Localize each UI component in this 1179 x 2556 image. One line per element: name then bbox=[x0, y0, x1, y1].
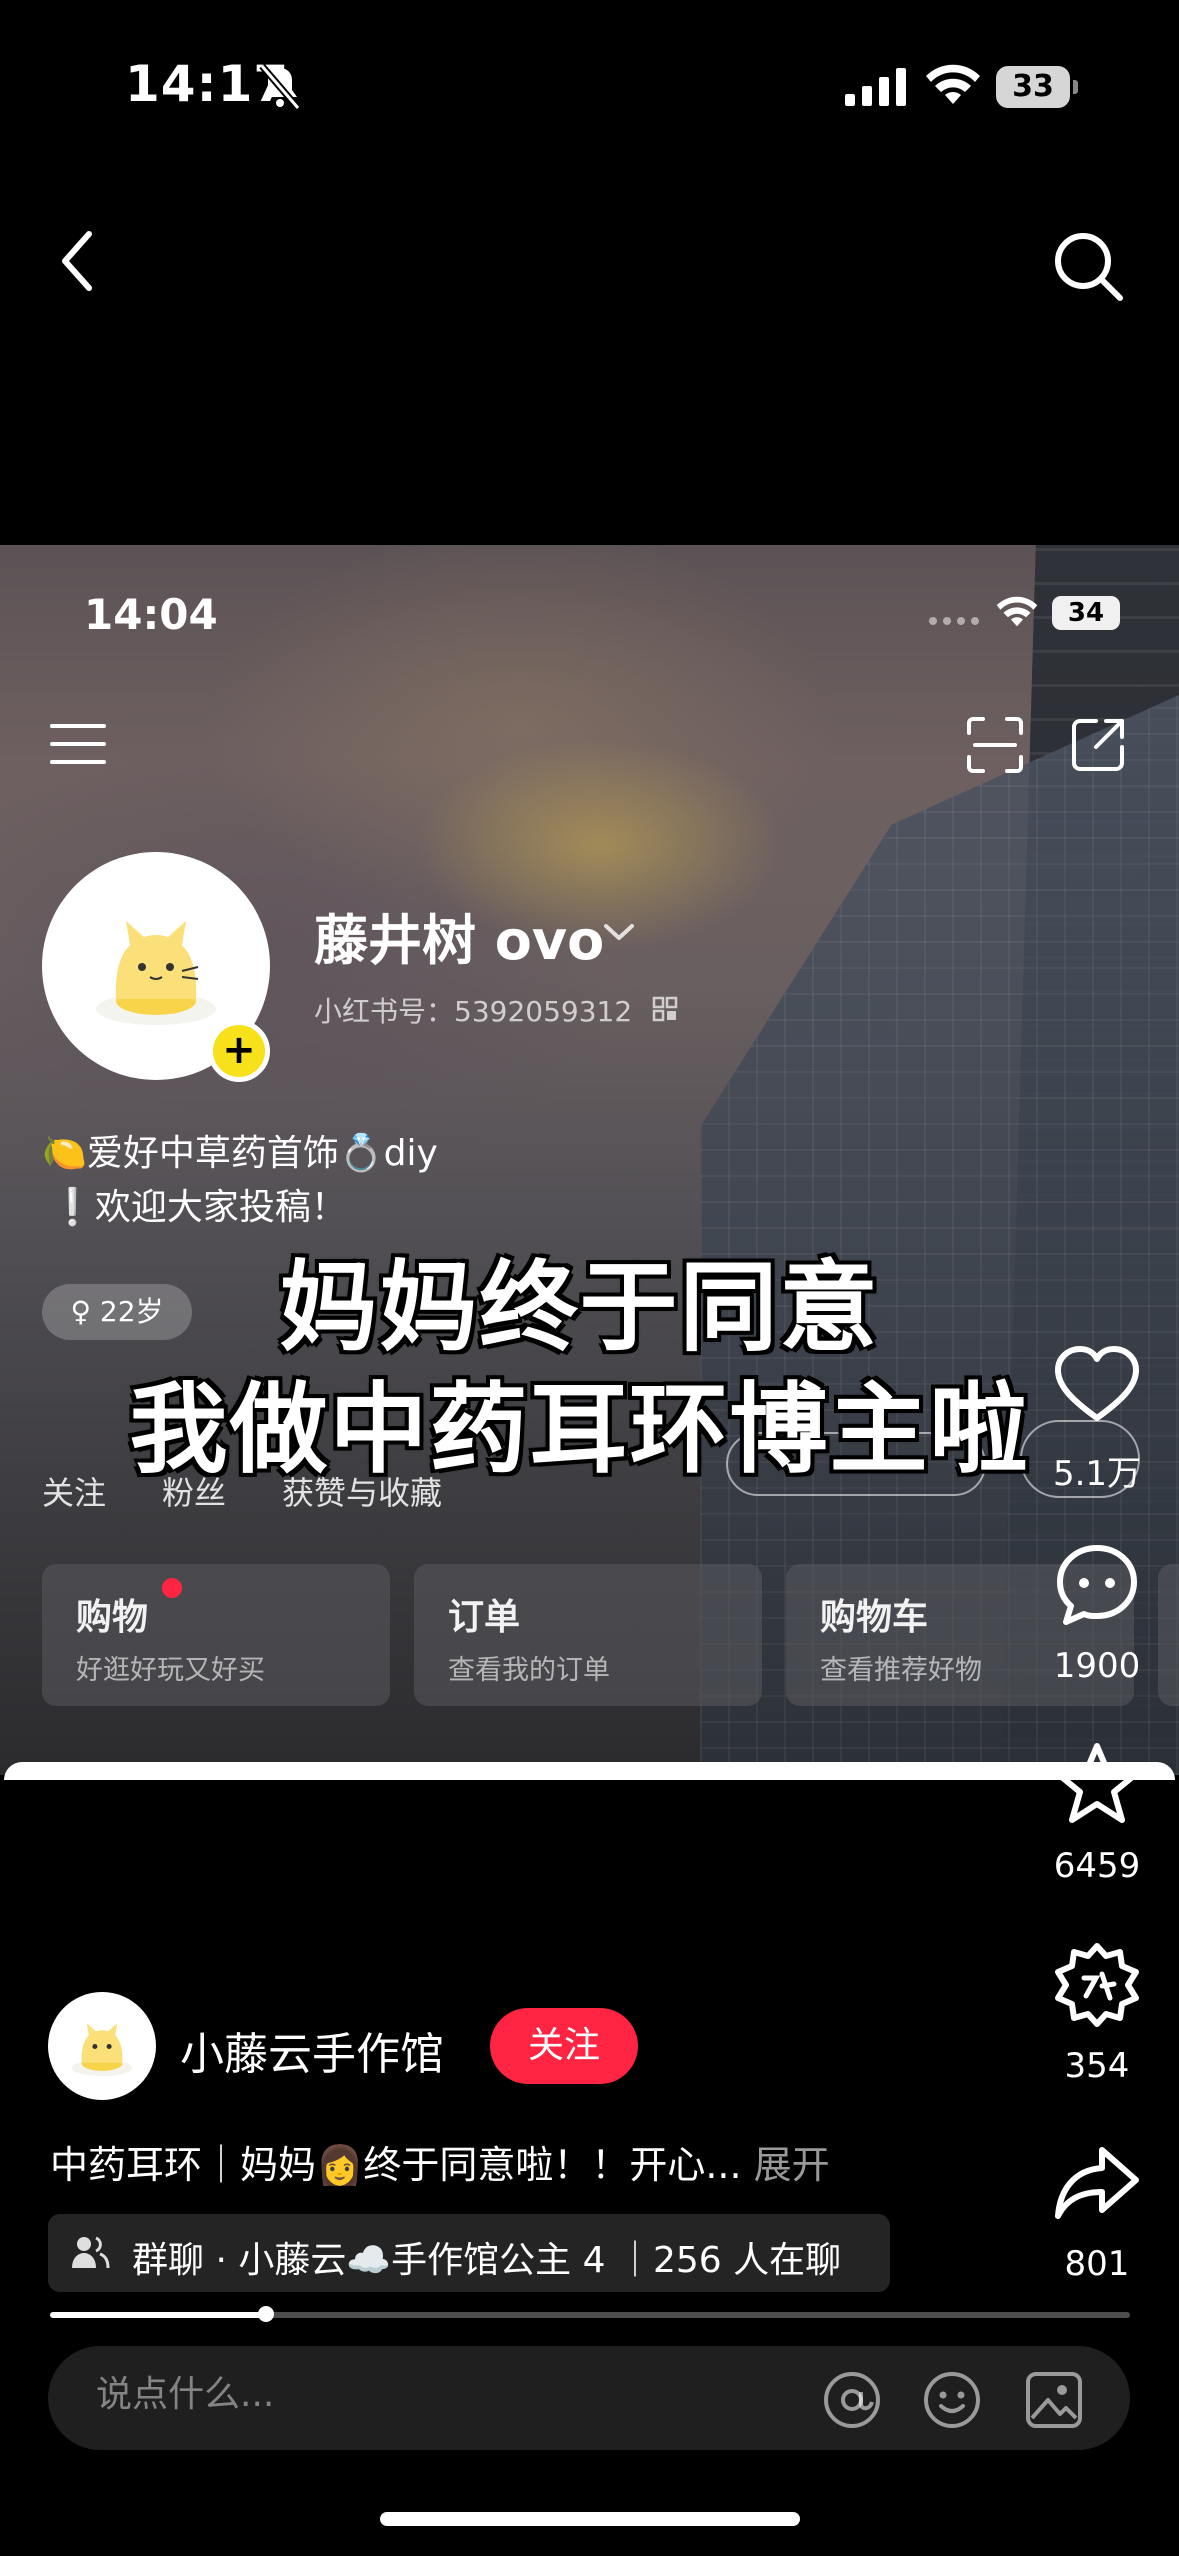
inner-status-time: 14:04 bbox=[84, 590, 218, 639]
qr-code-icon bbox=[652, 996, 678, 1022]
gift-count: 354 bbox=[1064, 2046, 1130, 2086]
group-users-icon bbox=[72, 2236, 110, 2269]
bell-muted-icon bbox=[259, 64, 301, 110]
cellular-signal-icon bbox=[845, 68, 906, 106]
comment-count: 1900 bbox=[1053, 1646, 1141, 1686]
cat-avatar-icon bbox=[71, 2023, 133, 2076]
card-subtitle: 查看我的订单 bbox=[448, 1655, 610, 1686]
profile-bio-line2: ❕欢迎大家投稿！ bbox=[50, 1187, 347, 1228]
card-title: 订单 bbox=[448, 1597, 521, 1638]
author-avatar[interactable] bbox=[48, 1992, 156, 2100]
video-progress-knob[interactable] bbox=[258, 2306, 274, 2322]
follow-button[interactable]: 关注 bbox=[490, 2008, 638, 2084]
search-icon[interactable] bbox=[1050, 228, 1126, 304]
image-icon[interactable] bbox=[1024, 2370, 1084, 2430]
post-description[interactable]: 中药耳环｜妈妈👩终于同意啦！！开心... 展开 bbox=[50, 2134, 830, 2189]
comment-bubble-icon[interactable] bbox=[1052, 1540, 1142, 1630]
profile-id: 小红书号：5392059312 bbox=[314, 995, 633, 1028]
comment-bar[interactable] bbox=[48, 2346, 1130, 2450]
inner-signal-dots-icon bbox=[929, 617, 979, 625]
card-title: 购物车 bbox=[820, 1597, 929, 1638]
card-subtitle: 好逛好玩又好买 bbox=[76, 1655, 265, 1686]
favorite-star-icon[interactable] bbox=[1052, 1740, 1142, 1830]
card-title: 购物 bbox=[76, 1597, 149, 1638]
card-shopping: 购物 好逛好玩又好买 bbox=[42, 1564, 390, 1706]
home-indicator[interactable] bbox=[380, 2512, 800, 2526]
card-orders: 订单 查看我的订单 bbox=[414, 1564, 762, 1706]
cat-avatar-icon bbox=[96, 921, 216, 1025]
share-square-icon bbox=[1072, 719, 1124, 771]
group-chat-banner[interactable]: 群聊 · 小藤云☁️手作馆公主 4 ｜256 人在聊 bbox=[48, 2214, 890, 2292]
profile-bio-line1: 🍋爱好中草药首饰💍diy bbox=[42, 1133, 438, 1174]
battery-level: 33 bbox=[996, 66, 1070, 108]
scan-icon bbox=[967, 717, 1023, 773]
wifi-icon bbox=[926, 64, 980, 104]
avatar-add-icon: + bbox=[208, 1020, 270, 1082]
expand-link[interactable]: 展开 bbox=[754, 2143, 830, 2187]
notification-dot bbox=[162, 1578, 182, 1598]
inner-battery-level: 34 bbox=[1052, 596, 1120, 630]
mention-at-icon[interactable] bbox=[822, 2370, 882, 2430]
video-caption-line2: 我做中药耳环博主啦 bbox=[127, 1371, 1030, 1489]
inner-wifi-icon bbox=[996, 596, 1038, 627]
gift-badge-icon[interactable] bbox=[1052, 1940, 1142, 2030]
video-progress-fill bbox=[50, 2312, 266, 2318]
chevron-down-icon bbox=[604, 924, 634, 940]
share-arrow-icon[interactable] bbox=[1052, 2138, 1142, 2228]
menu-icon bbox=[50, 724, 106, 764]
sheet-edge bbox=[4, 1762, 1175, 1780]
group-chat-text: 群聊 · 小藤云☁️手作馆公主 4 ｜256 人在聊 bbox=[132, 2240, 842, 2281]
like-heart-icon[interactable] bbox=[1052, 1340, 1142, 1430]
emoji-icon[interactable] bbox=[922, 2370, 982, 2430]
description-text: 中药耳环｜妈妈👩终于同意啦！！开心... bbox=[50, 2143, 742, 2187]
comment-input[interactable] bbox=[96, 2374, 796, 2415]
video-caption-line1: 妈妈终于同意 bbox=[277, 1249, 880, 1367]
card-subtitle: 查看推荐好物 bbox=[820, 1655, 982, 1686]
battery-indicator: 33 bbox=[996, 66, 1078, 108]
share-count: 801 bbox=[1064, 2244, 1130, 2284]
battery-tip bbox=[1073, 80, 1078, 94]
favorite-count: 6459 bbox=[1053, 1846, 1141, 1886]
profile-name: 藤井树 ovo bbox=[314, 909, 605, 972]
like-count: 5.1万 bbox=[1052, 1454, 1142, 1494]
author-name[interactable]: 小藤云手作馆 bbox=[180, 2018, 444, 2082]
back-icon[interactable] bbox=[55, 228, 99, 294]
